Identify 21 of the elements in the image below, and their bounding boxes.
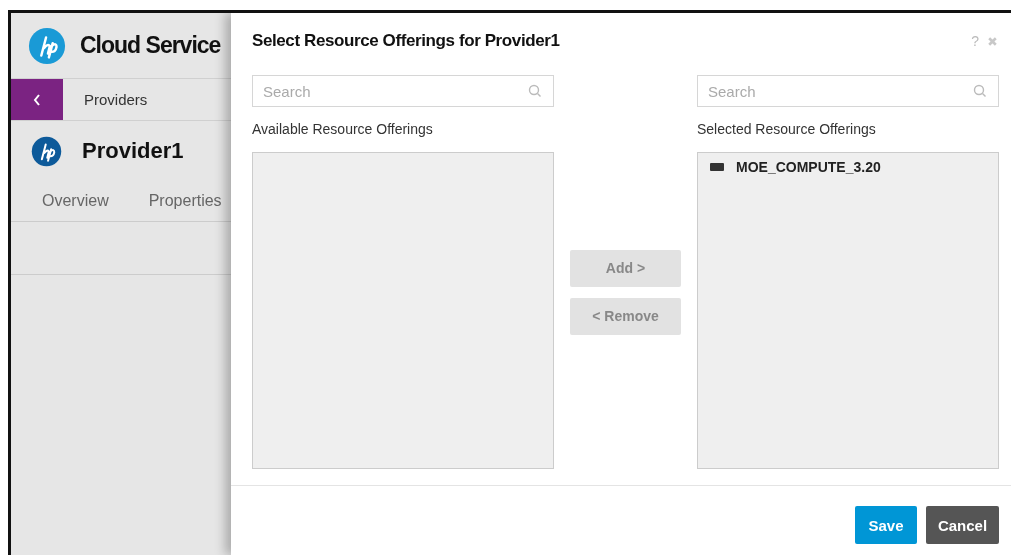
tab[interactable]: Overview [42,192,109,210]
list-label: Available Resource Offerings [252,121,434,137]
offering-item[interactable]: MOE_COMPUTE_3.20 [710,159,986,175]
list-label: Selected Resource Offerings [697,121,877,137]
search-icon [973,84,987,98]
search-field[interactable]: Search [697,75,999,107]
provider-name: Provider1 [82,138,184,164]
dialog-title: Select Resource Offerings for Provider1 [252,31,561,51]
search-icon [528,84,542,98]
server-icon [710,162,724,172]
cancel-button[interactable]: Cancel [926,506,999,544]
tab[interactable]: Properties [148,192,222,210]
breadcrumb-link[interactable]: Providers [84,91,148,108]
chevron-left-icon [32,92,42,107]
back-button[interactable] [11,79,63,120]
search-field[interactable]: Search [252,75,554,107]
app-title: Cloud Service [80,32,221,59]
logo-icon [31,135,62,167]
close-icon[interactable] [987,35,998,47]
save-button[interactable]: Save [855,506,917,544]
logo-icon [28,26,66,65]
